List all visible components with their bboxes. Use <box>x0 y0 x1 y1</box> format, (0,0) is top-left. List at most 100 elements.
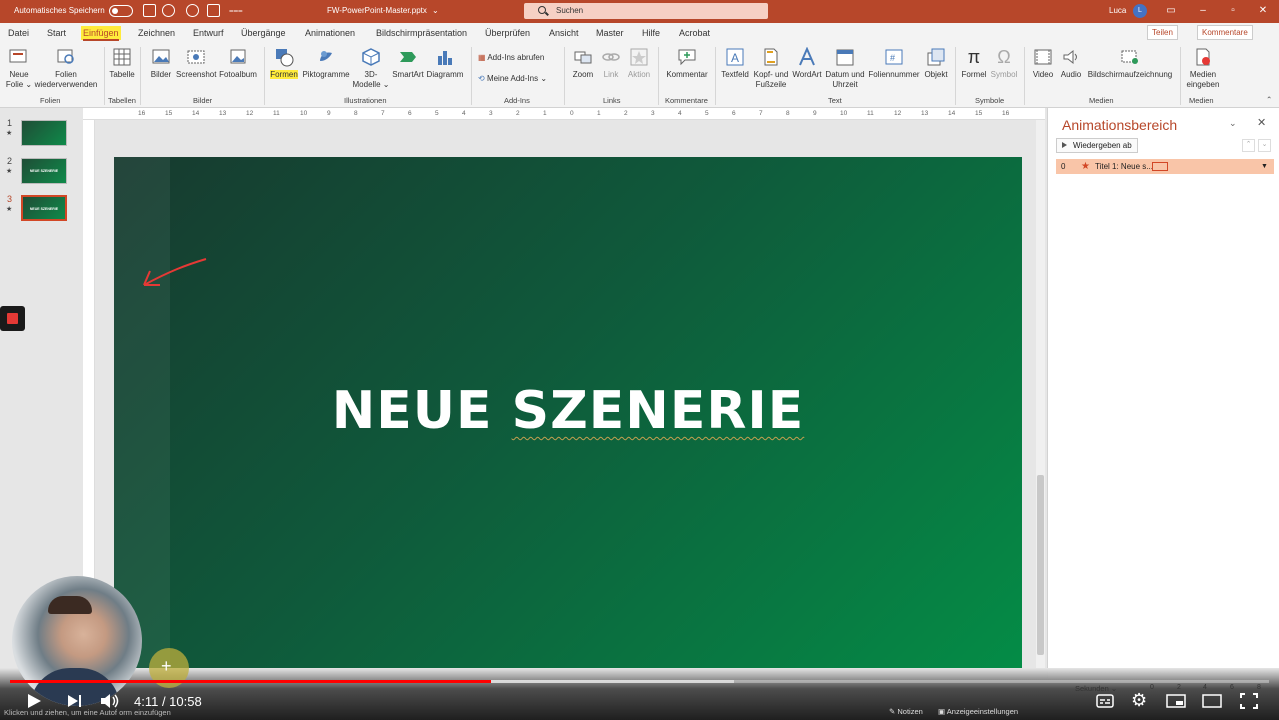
tab-uebergaenge[interactable]: Übergänge <box>241 28 286 38</box>
comment-button[interactable]: Kommentar <box>664 47 710 80</box>
play-from-button[interactable]: Wiedergeben ab <box>1056 138 1138 153</box>
wordart-button[interactable]: WordArt <box>790 46 824 80</box>
zoom-button[interactable]: Zoom <box>570 47 596 80</box>
tab-datei[interactable]: Datei <box>8 28 29 38</box>
my-addins-button[interactable]: ⟲ Meine Add-Ins ⌄ <box>478 74 547 84</box>
pictures-button[interactable]: Bilder <box>147 47 175 80</box>
scrollbar-thumb[interactable] <box>1037 475 1044 655</box>
audio-button[interactable]: Audio <box>1058 47 1084 80</box>
maximize-icon[interactable]: ▫ <box>1225 3 1241 19</box>
volume-icon[interactable] <box>100 692 120 710</box>
autosave-toggle[interactable] <box>109 5 133 17</box>
entrance-star-icon: ★ <box>1081 161 1090 172</box>
action-button[interactable]: Aktion <box>626 47 652 80</box>
thumb-number-1: 1 <box>7 118 13 128</box>
status-hint: Klicken und ziehen, um eine Autof orm ei… <box>4 708 171 717</box>
zoom-label: Zoom <box>572 70 594 79</box>
date-time-label: Datum und Uhrzeit <box>825 70 865 89</box>
tab-bildschirmpraesentation[interactable]: Bildschirmpräsentation <box>376 28 467 38</box>
chart-button[interactable]: Diagramm <box>426 47 464 80</box>
svg-text:#: # <box>890 53 895 63</box>
date-time-button[interactable]: Datum und Uhrzeit <box>824 47 866 90</box>
video-button[interactable]: Video <box>1030 47 1056 80</box>
seconds-dropdown[interactable]: Sekunden ⌄ <box>1075 684 1117 693</box>
minimize-icon[interactable]: – <box>1195 3 1211 19</box>
share-button[interactable]: Teilen <box>1147 25 1178 40</box>
tab-zeichnen[interactable]: Zeichnen <box>138 28 175 38</box>
timeline-tick: 4 <box>1203 684 1207 691</box>
smartart-button[interactable]: SmartArt <box>391 47 425 80</box>
next-icon[interactable] <box>67 694 83 708</box>
item-dropdown-icon[interactable]: ▼ <box>1261 159 1268 174</box>
display-settings-button[interactable]: ▣ Anzeigeeinstellungen <box>938 707 1018 716</box>
file-dropdown-icon[interactable]: ⌄ <box>432 6 439 15</box>
header-footer-button[interactable]: Kopf- und Fußzeile <box>752 47 790 90</box>
pane-options-icon[interactable]: ⌄ <box>1229 118 1237 129</box>
3d-models-button[interactable]: 3D-Modelle ⌄ <box>352 47 390 90</box>
notes-button[interactable]: ✎ Notizen <box>889 707 923 716</box>
animation-list-item[interactable]: 0 ★ Titel 1: Neue s... ▼ <box>1056 159 1274 174</box>
subtitles-icon[interactable] <box>1096 694 1114 708</box>
ribbon-display-icon[interactable]: ▭ <box>1163 3 1179 19</box>
theater-mode-icon[interactable] <box>1202 694 1222 708</box>
tab-start[interactable]: Start <box>47 28 66 38</box>
link-icon <box>601 47 621 67</box>
insert-media-button[interactable]: Medien eingeben <box>1184 47 1222 90</box>
pictures-icon <box>151 47 171 67</box>
tab-acrobat[interactable]: Acrobat <box>679 28 710 38</box>
move-up-icon[interactable]: ⌃ <box>1242 139 1255 152</box>
record-stop-icon[interactable] <box>0 306 25 331</box>
tab-entwurf[interactable]: Entwurf <box>193 28 224 38</box>
slide-thumbnail-2[interactable]: NEUE SZENERIE <box>21 158 67 184</box>
get-addins-button[interactable]: ▦ Add-Ins abrufen <box>478 53 544 63</box>
vertical-scrollbar[interactable] <box>1036 120 1045 668</box>
equation-button[interactable]: π Formel <box>960 47 988 80</box>
tab-einfuegen[interactable]: Einfügen <box>81 26 121 41</box>
close-icon[interactable]: ✕ <box>1255 3 1271 19</box>
screenshot-button[interactable]: Screenshot <box>176 47 216 80</box>
table-button[interactable]: Tabelle <box>108 47 136 80</box>
video-progress-bar[interactable] <box>10 680 1269 683</box>
object-button[interactable]: Objekt <box>922 47 950 80</box>
slide-canvas[interactable]: NEUE SZENERIE <box>114 157 1022 668</box>
textbox-button[interactable]: A Textfeld <box>720 47 750 80</box>
save-icon[interactable] <box>143 4 156 17</box>
icons-button[interactable]: Piktogramme <box>302 47 350 80</box>
fullscreen-icon[interactable] <box>1240 693 1258 709</box>
symbol-button[interactable]: Ω Symbol <box>988 47 1020 80</box>
link-button[interactable]: Link <box>600 47 622 80</box>
close-pane-icon[interactable]: ✕ <box>1257 116 1266 129</box>
screenshot-label: Screenshot <box>176 70 217 79</box>
textbox-icon: A <box>725 47 745 67</box>
settings-gear-icon[interactable]: ⚙ <box>1131 690 1147 711</box>
icons-label: Piktogramme <box>302 70 350 79</box>
comments-button[interactable]: Kommentare <box>1197 25 1253 40</box>
search-box[interactable]: Suchen <box>524 3 768 19</box>
reuse-slides-button[interactable]: Folien wiederverwenden <box>34 47 98 90</box>
tab-master[interactable]: Master <box>596 28 624 38</box>
redo-icon[interactable] <box>186 4 199 17</box>
slide-number-button[interactable]: # Foliennummer <box>868 47 920 80</box>
photo-album-button[interactable]: Fotoalbum <box>218 47 258 80</box>
start-presentation-icon[interactable] <box>207 4 220 17</box>
avatar[interactable]: L <box>1133 4 1147 18</box>
ruler-tick-label: 1 <box>543 110 547 117</box>
shapes-button[interactable]: Formen <box>268 47 300 80</box>
tab-ueberpruefen[interactable]: Überprüfen <box>485 28 530 38</box>
move-down-icon[interactable]: ⌄ <box>1258 139 1271 152</box>
tab-animationen[interactable]: Animationen <box>305 28 355 38</box>
miniplayer-icon[interactable] <box>1166 694 1186 708</box>
tab-ansicht[interactable]: Ansicht <box>549 28 579 38</box>
tab-hilfe[interactable]: Hilfe <box>642 28 660 38</box>
new-slide-button[interactable]: Neue Folie ⌄ <box>4 47 32 90</box>
slide-thumbnail-3[interactable]: NEUE SZENERIE <box>21 195 67 221</box>
collapse-ribbon-icon[interactable]: ⌃ <box>1266 95 1272 104</box>
group-links: Links <box>603 96 621 105</box>
customize-toolbar-icon[interactable]: ⩶ <box>229 6 243 16</box>
slide-thumbnail-1[interactable] <box>21 120 67 146</box>
play-icon[interactable] <box>26 693 42 709</box>
slide-title[interactable]: NEUE SZENERIE <box>114 381 1022 441</box>
undo-icon[interactable] <box>162 4 175 17</box>
screen-recording-button[interactable]: Bildschirmaufzeichnung <box>1086 47 1174 80</box>
timing-bar <box>1152 162 1168 171</box>
